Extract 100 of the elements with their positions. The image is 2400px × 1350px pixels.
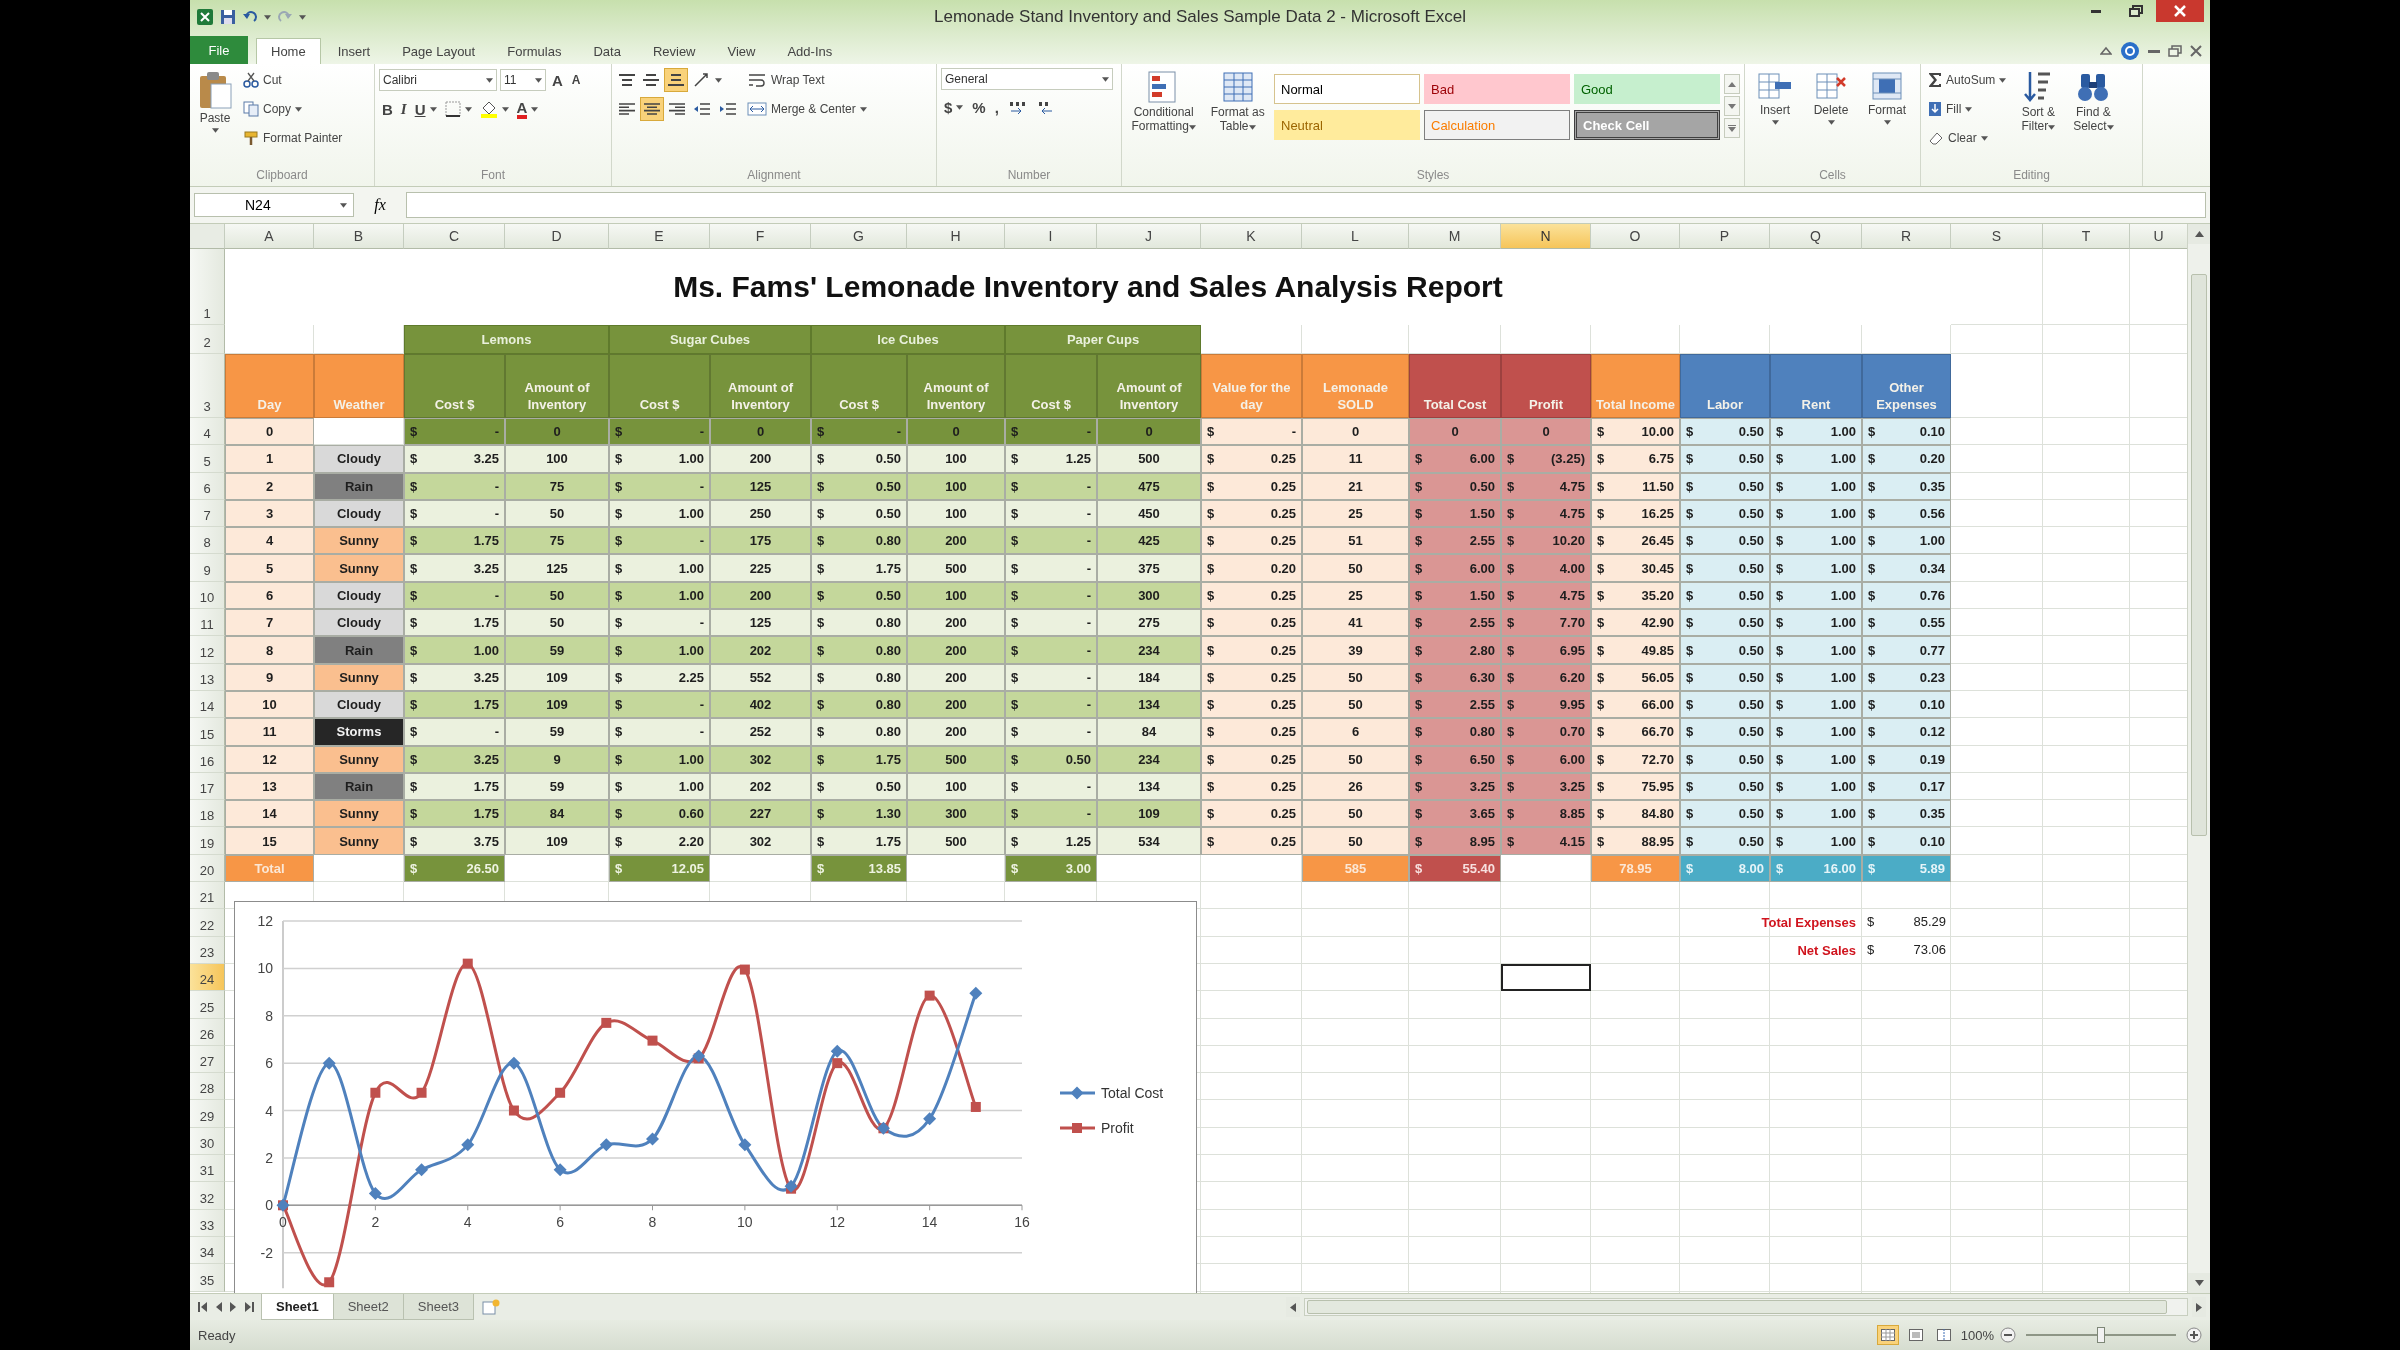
sheet-tab[interactable]: Sheet1 xyxy=(261,1294,334,1320)
cells-button[interactable]: Format xyxy=(1861,68,1913,168)
bold-button[interactable]: B xyxy=(379,97,396,121)
row-number[interactable]: 3 xyxy=(190,354,225,418)
row-number[interactable]: 4 xyxy=(190,418,225,446)
row-number[interactable]: 16 xyxy=(190,745,225,773)
scrollbar-thumb[interactable] xyxy=(1307,1300,2167,1314)
cell-style-option[interactable]: Neutral xyxy=(1274,110,1420,140)
formula-input[interactable] xyxy=(406,192,2206,218)
row-number[interactable]: 21 xyxy=(190,882,225,910)
align-button[interactable] xyxy=(664,68,688,92)
column-letter[interactable]: O xyxy=(1591,224,1680,249)
copy-button[interactable]: Copy xyxy=(240,97,346,121)
row-number[interactable]: 12 xyxy=(190,636,225,664)
column-letter[interactable]: F xyxy=(710,224,811,249)
italic-button[interactable]: I xyxy=(397,97,410,121)
column-letter[interactable]: A xyxy=(225,224,314,249)
scroll-down-button[interactable] xyxy=(2188,1273,2210,1293)
row-number[interactable]: 14 xyxy=(190,690,225,719)
wrap-text-button[interactable]: Wrap Text xyxy=(744,68,870,92)
row-number[interactable]: 27 xyxy=(190,1045,225,1074)
gallery-more-button[interactable] xyxy=(1724,118,1740,138)
column-letter[interactable]: B xyxy=(314,224,404,249)
autosum-button[interactable]: AutoSum xyxy=(1925,68,2010,92)
column-letter[interactable]: U xyxy=(2130,224,2187,249)
underline-button[interactable]: U xyxy=(411,97,440,121)
column-letter[interactable]: E xyxy=(609,224,710,249)
row-number[interactable]: 8 xyxy=(190,527,225,555)
ribbon-tab[interactable]: Add-Ins xyxy=(772,38,848,64)
sort-filter-button[interactable]: Sort & Filter xyxy=(2013,68,2064,168)
align-button[interactable] xyxy=(640,97,664,121)
column-letter[interactable]: J xyxy=(1097,224,1201,249)
gallery-up-button[interactable] xyxy=(1724,74,1740,94)
insert-function-button[interactable]: fx xyxy=(360,196,400,214)
sheet-tab[interactable]: Sheet3 xyxy=(402,1294,475,1320)
column-letter[interactable]: L xyxy=(1302,224,1409,249)
cell-style-option[interactable]: Bad xyxy=(1424,74,1570,104)
column-letter[interactable]: R xyxy=(1862,224,1951,249)
cell-style-option[interactable]: Normal xyxy=(1274,74,1420,104)
row-number[interactable]: 7 xyxy=(190,499,225,528)
column-letter[interactable]: T xyxy=(2043,224,2130,249)
ribbon-tab[interactable]: Insert xyxy=(322,38,386,64)
row-number[interactable]: 17 xyxy=(190,772,225,801)
column-letter[interactable]: N xyxy=(1501,224,1591,249)
row-number[interactable]: 15 xyxy=(190,718,225,746)
clear-button[interactable]: Clear xyxy=(1925,126,2010,150)
cell-style-option[interactable]: Good xyxy=(1574,74,1720,104)
column-letter[interactable]: Q xyxy=(1770,224,1862,249)
ribbon-tab[interactable]: Page Layout xyxy=(387,38,491,64)
row-number[interactable]: 19 xyxy=(190,827,225,855)
ribbon-tab[interactable]: Data xyxy=(578,38,636,64)
scroll-up-button[interactable] xyxy=(2188,224,2210,244)
row-number[interactable]: 31 xyxy=(190,1155,225,1183)
cells-button[interactable]: Insert xyxy=(1749,68,1801,168)
row-number[interactable]: 30 xyxy=(190,1127,225,1155)
row-number[interactable]: 23 xyxy=(190,936,225,964)
find-select-button[interactable]: Find & Select xyxy=(2067,68,2120,168)
fill-button[interactable]: Fill xyxy=(1925,97,2010,121)
ribbon-tab[interactable]: Formulas xyxy=(492,38,577,64)
conditional-formatting-button[interactable]: Conditional Formatting xyxy=(1126,68,1202,168)
row-number[interactable]: 26 xyxy=(190,1018,225,1046)
row-number[interactable]: 1 xyxy=(190,249,225,325)
file-tab[interactable]: File xyxy=(190,36,248,64)
zoom-in-button[interactable] xyxy=(2186,1327,2202,1343)
chart-area[interactable]: -2 0 2 4 6 8 10 12 0 2 4 6 8 10 12 14 16 Total Cost Profit xyxy=(234,901,1197,1293)
column-letter[interactable]: C xyxy=(404,224,505,249)
grow-font-button[interactable]: A xyxy=(549,68,566,92)
column-letter[interactable]: P xyxy=(1680,224,1770,249)
paste-button[interactable]: Paste xyxy=(194,68,236,168)
row-number[interactable]: 13 xyxy=(190,663,225,691)
font-size-dropdown[interactable]: 11 xyxy=(500,69,546,91)
row-number[interactable]: 34 xyxy=(190,1236,225,1265)
zoom-slider-thumb[interactable] xyxy=(2097,1327,2105,1343)
row-number[interactable]: 2 xyxy=(190,325,225,354)
row-number[interactable]: 32 xyxy=(190,1182,225,1210)
format-as-table-button[interactable]: Format as Table xyxy=(1205,68,1270,168)
shrink-font-button[interactable]: A xyxy=(568,68,584,92)
column-letter[interactable]: G xyxy=(811,224,907,249)
row-number[interactable]: 28 xyxy=(190,1073,225,1101)
zoom-out-button[interactable] xyxy=(2000,1327,2016,1343)
row-number[interactable]: 18 xyxy=(190,800,225,828)
cut-button[interactable]: Cut xyxy=(240,68,346,92)
row-number[interactable]: 25 xyxy=(190,991,225,1019)
column-letter[interactable]: H xyxy=(907,224,1005,249)
column-letter[interactable]: D xyxy=(505,224,609,249)
row-number[interactable]: 35 xyxy=(190,1264,225,1292)
cell-cursor[interactable] xyxy=(1501,963,1591,992)
row-number[interactable]: 6 xyxy=(190,472,225,500)
row-number[interactable]: 22 xyxy=(190,909,225,937)
name-box[interactable]: N24 xyxy=(194,193,354,217)
ribbon-tab[interactable]: Review xyxy=(637,38,711,64)
percent-button[interactable]: % xyxy=(969,95,989,119)
row-number[interactable]: 9 xyxy=(190,554,225,582)
zoom-level[interactable]: 100% xyxy=(1960,1327,1994,1343)
row-number[interactable]: 24 xyxy=(190,963,225,992)
font-family-dropdown[interactable]: Calibri xyxy=(379,69,497,91)
row-number[interactable]: 29 xyxy=(190,1100,225,1128)
row-number[interactable]: 33 xyxy=(190,1209,225,1237)
row-number[interactable]: 10 xyxy=(190,581,225,610)
ribbon-tab[interactable]: View xyxy=(712,38,771,64)
